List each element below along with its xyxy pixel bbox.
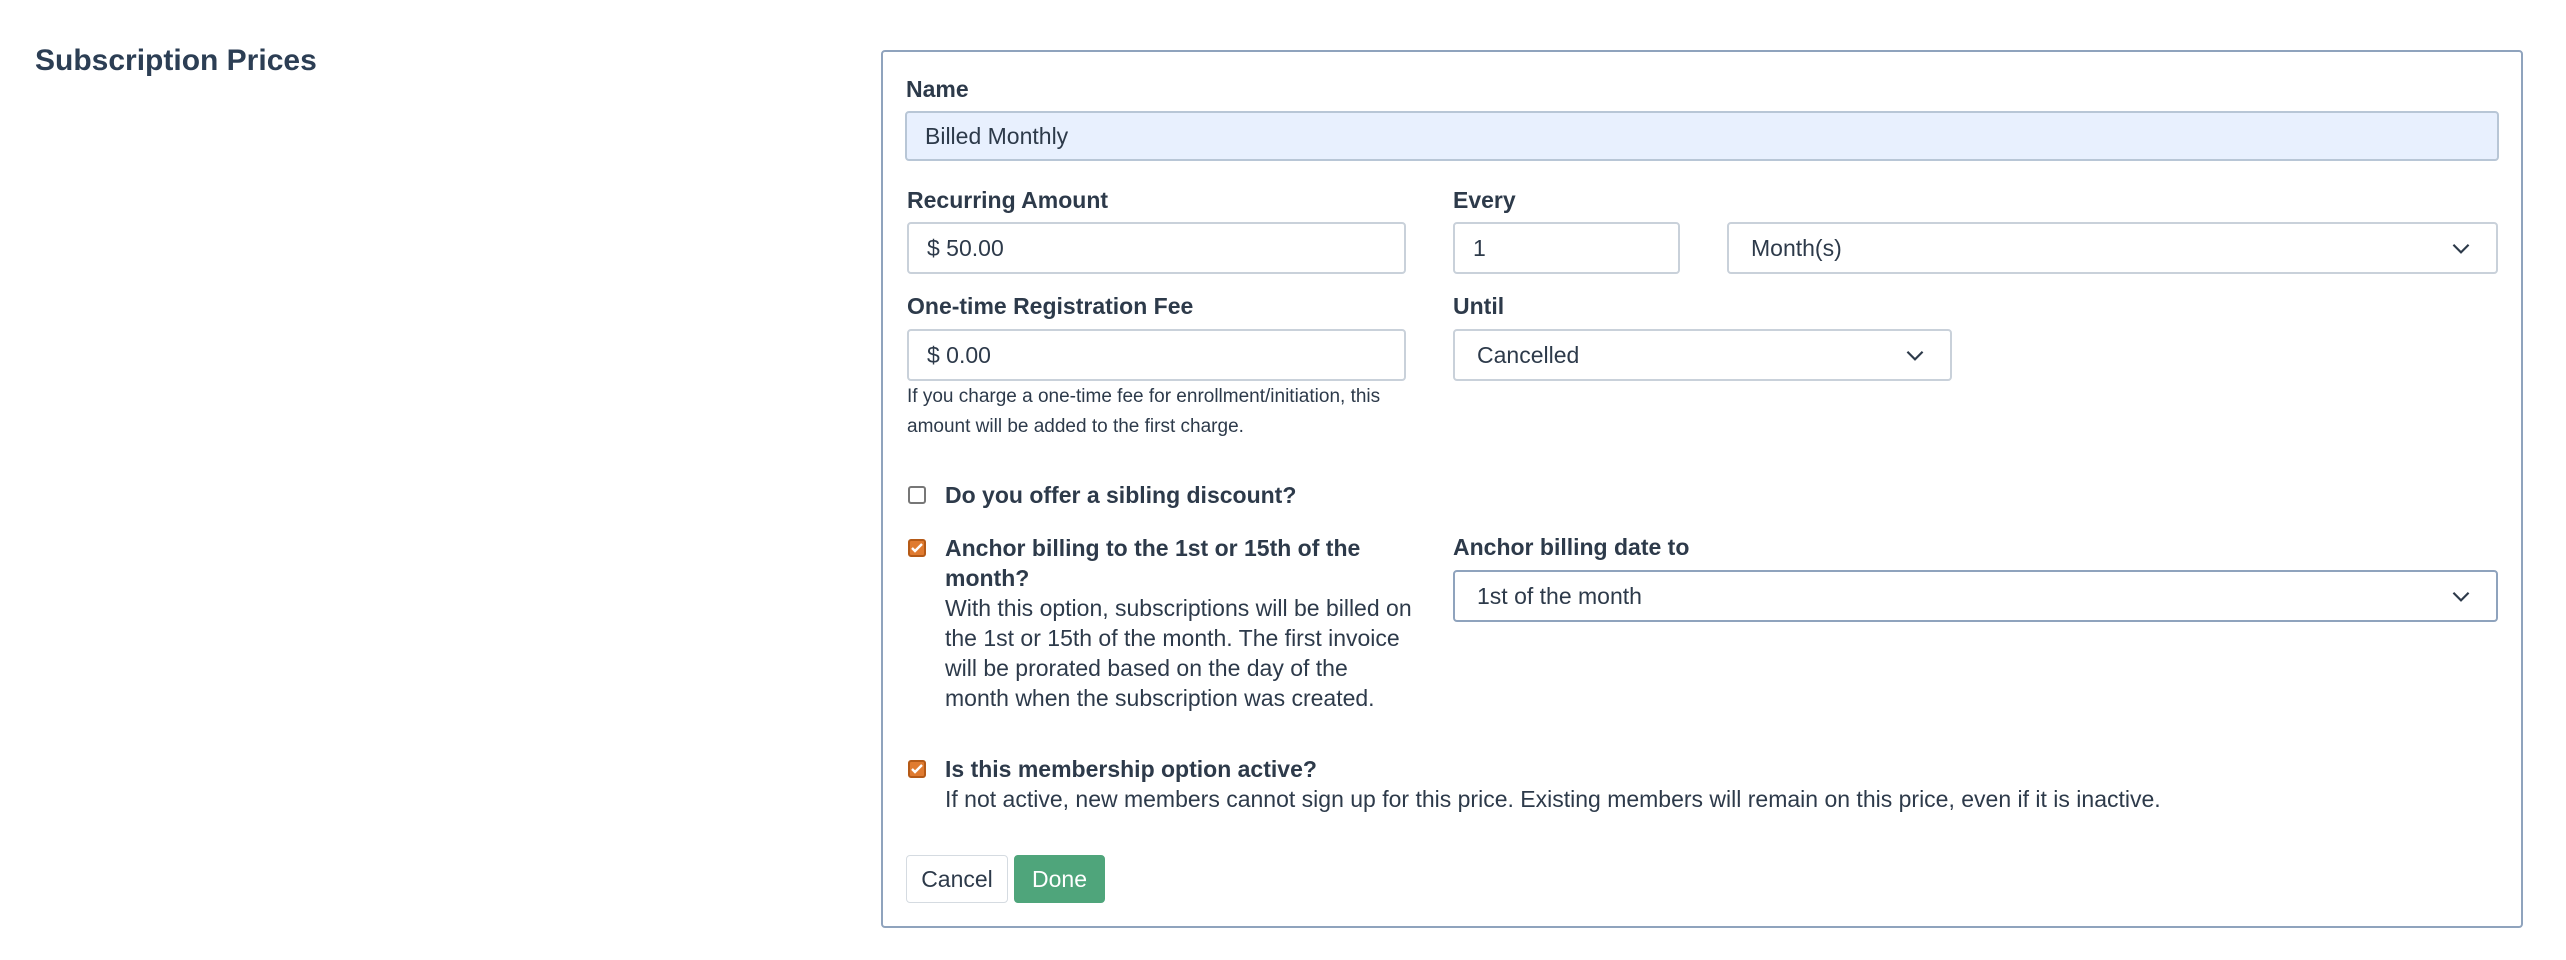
anchor-billing-title-line: Anchor billing to the 1st or 15th of the	[945, 535, 1361, 561]
registration-fee-input[interactable]: $ 0.00	[907, 329, 1406, 381]
chevron-down-icon	[2452, 591, 2470, 602]
anchor-billing-desc-line: month when the subscription was created.	[945, 685, 1375, 711]
registration-fee-help-line: If you charge a one-time fee for enrollm…	[907, 386, 1381, 407]
every-unit-select[interactable]: Month(s)	[1727, 222, 2498, 274]
anchor-billing-desc-line: will be prorated based on the day of the	[945, 655, 1348, 681]
checkmark-icon	[911, 543, 923, 553]
anchor-billing-title: Anchor billing to the 1st or 15th of the…	[945, 533, 1360, 593]
active-checkbox[interactable]	[908, 760, 926, 778]
every-interval-input[interactable]: 1	[1453, 222, 1680, 274]
name-label: Name	[906, 76, 969, 102]
anchor-date-selected: 1st of the month	[1477, 582, 1642, 609]
active-label: Is this membership option active?	[945, 756, 1317, 782]
done-button[interactable]: Done	[1014, 855, 1105, 903]
registration-fee-help-line: amount will be added to the first charge…	[907, 416, 1244, 437]
anchor-billing-checkbox[interactable]	[908, 539, 926, 557]
registration-fee-label: One-time Registration Fee	[907, 293, 1194, 319]
every-unit-selected: Month(s)	[1751, 234, 1842, 261]
until-select[interactable]: Cancelled	[1453, 329, 1952, 381]
active-description: If not active, new members cannot sign u…	[945, 786, 2161, 812]
until-selected: Cancelled	[1477, 341, 1580, 368]
anchor-date-select[interactable]: 1st of the month	[1453, 570, 2498, 622]
chevron-down-icon	[2452, 243, 2470, 254]
section-title: Subscription Prices	[35, 44, 317, 77]
cancel-button[interactable]: Cancel	[906, 855, 1008, 903]
recurring-amount-input[interactable]: $ 50.00	[907, 222, 1406, 274]
sibling-discount-label: Do you offer a sibling discount?	[945, 482, 1297, 508]
chevron-down-icon	[1906, 350, 1924, 361]
anchor-billing-title-line: month?	[945, 565, 1030, 591]
name-input[interactable]: Billed Monthly	[905, 111, 2499, 161]
until-label: Until	[1453, 293, 1505, 319]
registration-fee-help: If you charge a one-time fee for enrollm…	[907, 382, 1380, 442]
anchor-billing-description: With this option, subscriptions will be …	[945, 593, 1412, 713]
anchor-billing-desc-line: the 1st or 15th of the month. The first …	[945, 625, 1400, 651]
sibling-discount-checkbox[interactable]	[908, 486, 926, 504]
checkmark-icon	[911, 764, 923, 774]
every-label: Every	[1453, 187, 1516, 213]
anchor-date-label: Anchor billing date to	[1453, 534, 1690, 560]
anchor-billing-desc-line: With this option, subscriptions will be …	[945, 595, 1412, 621]
recurring-amount-label: Recurring Amount	[907, 187, 1109, 213]
